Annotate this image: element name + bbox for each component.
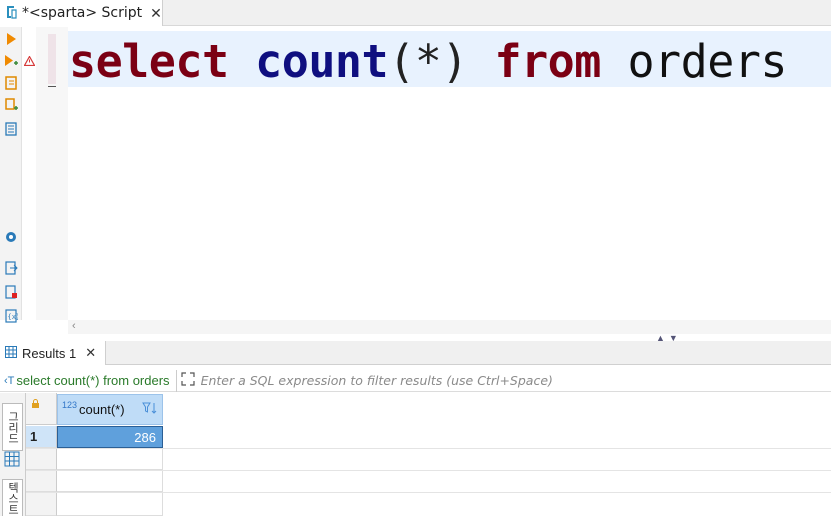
filter-sort-icon[interactable] [142, 401, 158, 418]
grid-corner[interactable] [26, 393, 57, 425]
editor-tab-bar: *<sparta> Script ✕ [0, 0, 831, 26]
paren-close: ) [441, 35, 468, 88]
results-grid-icon [5, 345, 17, 361]
function-count: count [255, 35, 389, 88]
tab-results-1[interactable]: Results 1 ✕ [0, 341, 106, 365]
filter-input[interactable]: Enter a SQL expression to filter results… [201, 373, 553, 388]
settings-icon[interactable] [3, 229, 19, 245]
row-header-empty [26, 492, 57, 516]
lock-icon [31, 397, 40, 412]
results-view-switcher: 그리드 텍스트 [0, 393, 26, 516]
expand-icon[interactable] [180, 372, 195, 389]
grid-view-label: 그리드 [6, 410, 20, 444]
grid-icon[interactable] [4, 451, 20, 470]
row-divider [26, 492, 831, 493]
results-tab-bar: Results 1 ✕ [0, 341, 831, 365]
sql-script-icon [4, 4, 18, 23]
column-name: count(*) [79, 402, 125, 417]
row-divider [26, 448, 831, 449]
export-icon[interactable] [3, 260, 19, 276]
load-plan-icon[interactable] [3, 97, 19, 113]
table-cell-empty [57, 470, 163, 492]
table-name: orders [627, 35, 788, 88]
column-header-count[interactable]: 123 count(*) [57, 394, 163, 425]
svg-text:{x}: {x} [8, 313, 19, 321]
row-header-empty [26, 448, 57, 470]
keyword-from: from [494, 35, 602, 88]
scroll-left-icon[interactable]: ‹ [72, 320, 76, 332]
import-icon[interactable] [3, 284, 19, 300]
error-marker-icon [23, 54, 36, 69]
folding-marker [48, 86, 56, 87]
tab-text-view[interactable]: 텍스트 [2, 479, 23, 516]
horizontal-scrollbar[interactable]: ‹ [68, 320, 831, 334]
explain-plan-icon[interactable] [3, 75, 19, 91]
editor-side-toolbar: {x} [0, 27, 22, 323]
sql-query-icon: ‹T [4, 374, 15, 387]
close-icon[interactable]: ✕ [85, 345, 96, 361]
row-header-empty [26, 470, 57, 492]
tab-grid-view[interactable]: 그리드 [2, 403, 23, 451]
results-filter-bar: ‹T select count(*) from orders Enter a S… [0, 369, 831, 392]
table-cell[interactable]: 286 [57, 426, 163, 448]
execute-script-icon[interactable] [3, 53, 19, 69]
filter-query-text: select count(*) from orders [16, 373, 170, 388]
row-header[interactable]: 1 [26, 426, 57, 448]
row-divider [26, 470, 831, 471]
paren-open: ( [388, 35, 415, 88]
table-cell-empty [57, 448, 163, 470]
tab-label: *<sparta> Script [22, 5, 143, 21]
current-line-marker [48, 34, 56, 84]
annotation-gutter [22, 27, 36, 320]
text-view-label: 텍스트 [6, 481, 20, 515]
format-icon[interactable] [3, 121, 19, 137]
dbeaver-window: *<sparta> Script ✕ {x} [0, 0, 831, 516]
tab-script[interactable]: *<sparta> Script ✕ [0, 0, 163, 26]
table-cell-empty [57, 492, 163, 516]
sql-code-line[interactable]: select count(*) from orders [69, 35, 788, 88]
results-tab-label: Results 1 [22, 345, 77, 361]
filter-query-label[interactable]: ‹T select count(*) from orders [0, 369, 177, 392]
star: * [414, 35, 442, 88]
keyword-select: select [69, 35, 229, 88]
type-badge: 123 [62, 399, 78, 410]
close-icon[interactable]: ✕ [150, 5, 162, 22]
execute-statement-icon[interactable] [3, 31, 19, 47]
variables-icon[interactable]: {x} [3, 308, 19, 324]
sql-editor[interactable]: select count(*) from orders [68, 27, 831, 320]
results-grid: 123 count(*) 1 286 [26, 393, 831, 516]
